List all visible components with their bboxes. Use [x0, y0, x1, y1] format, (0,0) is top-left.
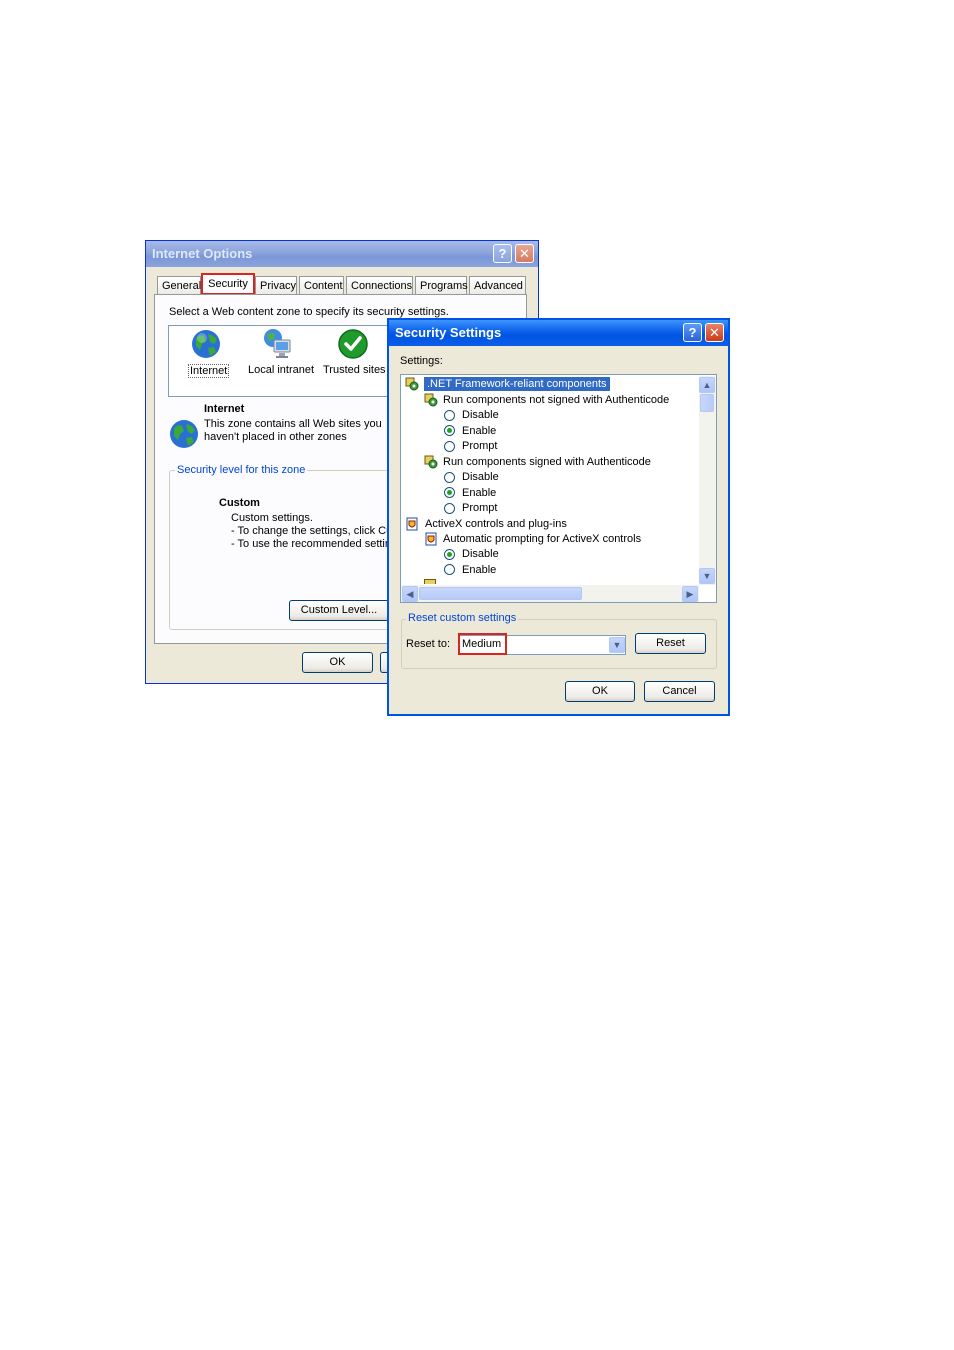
chevron-down-icon[interactable]: ▼	[609, 637, 625, 653]
checkmark-icon	[338, 329, 368, 359]
scroll-right-button[interactable]: ▶	[682, 586, 698, 602]
radio-unsigned-prompt[interactable]	[444, 441, 455, 452]
tree-category-dotnet[interactable]: .NET Framework-reliant components	[424, 377, 610, 391]
radio-signed-enable[interactable]	[444, 487, 455, 498]
radio-autoprompt-disable[interactable]	[444, 549, 455, 560]
scroll-down-button[interactable]: ▼	[699, 568, 715, 584]
zone-info-line2: haven't placed in other zones	[204, 431, 347, 443]
zone-trusted-sites[interactable]: Trusted sites	[320, 328, 386, 380]
help-button[interactable]: ?	[493, 244, 512, 263]
tab-programs[interactable]: Programs	[415, 276, 468, 294]
vertical-scroll-thumb[interactable]	[700, 394, 714, 412]
help-button[interactable]: ?	[683, 323, 702, 342]
intranet-icon	[264, 329, 291, 358]
globe-icon	[192, 330, 220, 358]
custom-level-button[interactable]: Custom Level...	[289, 600, 389, 621]
activex-shield-icon	[406, 517, 418, 531]
zone-label-internet: Internet	[188, 364, 230, 378]
security-level-name: Custom	[219, 497, 260, 509]
settings-gear-icon	[405, 377, 419, 391]
reset-group-title: Reset custom settings	[406, 612, 519, 624]
tree-option-label: Enable	[462, 564, 497, 576]
radio-autoprompt-enable[interactable]	[444, 564, 455, 575]
security-settings-titlebar[interactable]: Security Settings	[389, 320, 728, 346]
zone-info-line1: This zone contains all Web sites you	[204, 418, 382, 430]
tree-option-label: Disable	[462, 548, 499, 560]
reset-to-label: Reset to:	[406, 638, 451, 650]
tab-privacy[interactable]: Privacy	[255, 276, 297, 294]
tree-setting-signed: Run components signed with Authenticode	[443, 456, 651, 468]
window-title: Internet Options	[152, 246, 253, 261]
tree-option-label: Prompt	[462, 502, 498, 514]
tree-category-activex[interactable]: ActiveX controls and plug-ins	[425, 517, 567, 531]
reset-button[interactable]: Reset	[635, 633, 706, 654]
activex-shield-icon	[425, 532, 437, 546]
globe-icon	[170, 420, 198, 448]
close-button[interactable]: ✕	[705, 323, 724, 342]
zone-label-local-intranet: Local intranet	[248, 364, 315, 376]
radio-signed-prompt[interactable]	[444, 503, 455, 514]
tab-security[interactable]: Security	[201, 273, 255, 295]
security-level-group-title: Security level for this zone	[175, 464, 308, 476]
tab-connections[interactable]: Connections	[346, 276, 413, 294]
tree-option-label: Disable	[462, 471, 499, 483]
tree-option-label: Disable	[462, 409, 499, 421]
zone-internet[interactable]: Internet	[182, 328, 232, 380]
horizontal-scroll-thumb[interactable]	[419, 587, 582, 600]
tree-option-label: Prompt	[462, 440, 498, 452]
internet-options-titlebar[interactable]: Internet Options	[146, 241, 538, 267]
scroll-up-button[interactable]: ▲	[699, 377, 715, 393]
tree-setting-auto-prompt: Automatic prompting for ActiveX controls	[443, 533, 642, 545]
tab-general[interactable]: General	[157, 276, 201, 294]
internet-options-ok-button[interactable]: OK	[302, 652, 373, 673]
close-button[interactable]: ✕	[515, 244, 534, 263]
zone-info-title: Internet	[204, 403, 245, 415]
tab-advanced[interactable]: Advanced	[469, 276, 526, 294]
scroll-left-button[interactable]: ◀	[402, 586, 418, 602]
window-title: Security Settings	[395, 325, 502, 340]
security-level-line2: - To change the settings, click Cus	[231, 525, 398, 537]
settings-label: Settings:	[400, 355, 443, 367]
radio-unsigned-enable[interactable]	[444, 425, 455, 436]
security-settings-ok-button[interactable]: OK	[565, 681, 635, 702]
security-level-line3: - To use the recommended setting	[231, 538, 398, 550]
settings-gear-icon	[424, 455, 438, 469]
reset-to-value: Medium	[458, 633, 507, 655]
tree-option-label: Enable	[462, 487, 497, 499]
tree-row-clipped	[424, 579, 584, 584]
radio-signed-disable[interactable]	[444, 472, 455, 483]
tab-content[interactable]: Content	[299, 276, 344, 294]
zone-local-intranet[interactable]: Local intranet	[244, 328, 314, 380]
security-settings-cancel-button[interactable]: Cancel	[644, 681, 715, 702]
tree-setting-unsigned: Run components not signed with Authentic…	[443, 394, 670, 406]
radio-unsigned-disable[interactable]	[444, 410, 455, 421]
security-level-line1: Custom settings.	[231, 512, 313, 524]
zone-instruction: Select a Web content zone to specify its…	[169, 306, 449, 318]
tree-option-label: Enable	[462, 425, 497, 437]
zone-label-trusted-sites: Trusted sites	[323, 364, 386, 376]
settings-gear-icon	[424, 393, 438, 407]
